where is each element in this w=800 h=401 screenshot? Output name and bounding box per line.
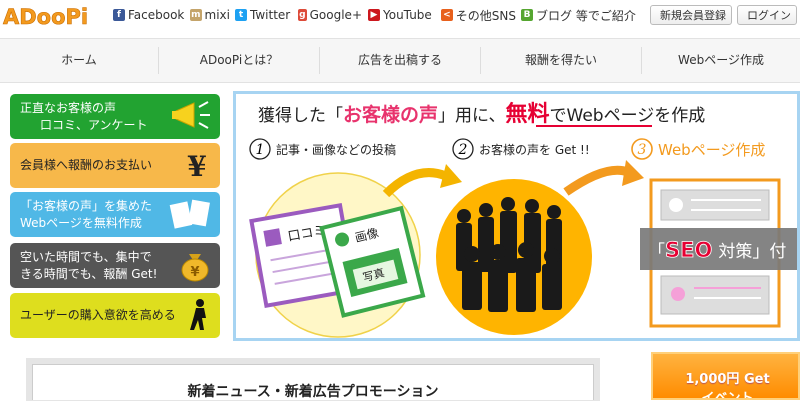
sns-label: ブログ 等でご紹介 (536, 8, 636, 23)
svg-text:1: 1 (256, 142, 265, 158)
twitter-icon: t (235, 9, 247, 21)
mixi-icon: m (190, 9, 202, 21)
sidebar-item-3[interactable]: 「お客様の声」を集めた Webページを無料作成 (10, 192, 220, 237)
news-title: 新着ニュース・新着広告プロモーション (187, 384, 439, 400)
seo-badge: 「SEO 対策」付 (640, 228, 797, 270)
register-label: 新規会員登録 (660, 9, 726, 22)
review-user-icon (263, 228, 282, 247)
nav-home[interactable]: ホーム (0, 39, 158, 82)
step-1: 1 記事・画像などの投稿 (249, 138, 396, 160)
sidebar-item-2[interactable]: 会員様へ報酬のお支払い ¥ (10, 143, 220, 188)
step-2: 2 お客様の声を Get !! (452, 138, 590, 160)
money-bag-icon: ¥ (178, 248, 212, 287)
register-button[interactable]: 新規会員登録 (650, 5, 732, 25)
yen-icon: ¥ (182, 148, 212, 187)
step-3: 3 Webページ作成 (631, 138, 765, 160)
megaphone-icon (172, 99, 212, 138)
svg-text:¥: ¥ (187, 150, 206, 182)
headline-customer-voice: お客様の声 (343, 103, 438, 126)
climber-icon (186, 298, 212, 337)
arrow-to-step-3 (563, 165, 630, 196)
nav-advertise[interactable]: 広告を出稿する (320, 39, 480, 82)
sns-link-youtube[interactable]: ▶ YouTube (368, 7, 436, 23)
sns-label: YouTube (383, 8, 432, 22)
nav-about[interactable]: ADooPiとは？ (159, 39, 319, 82)
login-button[interactable]: ログイン (737, 5, 797, 25)
login-label: ログイン (747, 9, 791, 22)
news-section: 新着ニュース・新着広告プロモーション (32, 364, 594, 400)
promo-banner[interactable]: 1,000円 Get イベント (651, 352, 800, 400)
promo-line-2: イベント (701, 391, 754, 400)
sidebar-item-4[interactable]: 空いた時間でも、集中で きる時間でも、報酬 Get! ¥ (10, 243, 220, 288)
sns-link-google-plus[interactable]: g Google+ (298, 7, 362, 23)
svg-text:Webページ作成: Webページ作成 (658, 141, 765, 159)
hero-banner[interactable]: 獲得した「お客様の声」用に、無料でWebページを作成 1 記事・画像などの投稿 … (233, 91, 800, 341)
svg-text:記事・画像などの投稿: 記事・画像などの投稿 (276, 142, 396, 157)
share-icon: < (441, 9, 453, 21)
sidebar-item-5[interactable]: ユーザーの購入意欲を高める (10, 293, 220, 338)
documents-icon (168, 197, 212, 236)
sns-link-mixi[interactable]: m mixi (190, 7, 230, 23)
header: ADooPi f Facebook m mixi t Twitter g Google+ ▶ Yo… (0, 0, 800, 32)
sidebar-item-label: ユーザーの購入意欲を高める (20, 308, 176, 322)
youtube-icon: ▶ (368, 9, 380, 21)
sidebar-item-1[interactable]: 正直なお客様の声 口コミ、アンケート (10, 94, 220, 139)
svg-text:お客様の声を Get !!: お客様の声を Get !! (479, 142, 590, 157)
blog-icon: B (521, 9, 533, 21)
svg-text:2: 2 (458, 142, 468, 158)
banner-graphic: 獲得した「お客様の声」用に、無料でWebページを作成 1 記事・画像などの投稿 … (249, 101, 797, 338)
sns-link-share[interactable]: < その他SNS (441, 7, 516, 23)
sns-link-twitter[interactable]: t Twitter (235, 7, 292, 23)
arrow-to-step-2 (382, 168, 448, 198)
sns-label: Google+ (309, 8, 362, 22)
promo-line-1: 1,000円 Get (685, 372, 770, 387)
google-plus-icon: g (298, 9, 307, 21)
seo-word: SEO (665, 238, 712, 262)
logo-text: ADooPi (3, 5, 88, 29)
sns-link-blog[interactable]: B ブログ 等でご紹介 (521, 7, 639, 23)
nav-web-page-creation[interactable]: Webページ作成 (642, 39, 800, 82)
sns-label: その他SNS (455, 8, 516, 23)
adoopi-logo[interactable]: ADooPi (2, 3, 90, 30)
headline-free: 無料 (506, 101, 550, 127)
headline-web-page: Webページ (567, 106, 655, 126)
sns-label: mixi (204, 8, 230, 22)
nav-earn-rewards[interactable]: 報酬を得たい (481, 39, 641, 82)
svg-text:獲得した「お客様の声」用に、無料でWebページを作成: 獲得した「お客様の声」用に、無料でWebページを作成 (258, 101, 705, 127)
svg-text:¥: ¥ (190, 265, 199, 280)
main-nav: ホーム ADooPiとは？ 広告を出稿する 報酬を得たい Webページ作成 (0, 38, 800, 83)
sns-link-facebook[interactable]: f Facebook (113, 7, 185, 23)
sns-label: Facebook (128, 8, 185, 22)
sns-label: Twitter (250, 8, 291, 22)
facebook-icon: f (113, 9, 125, 21)
svg-text:3: 3 (638, 142, 647, 158)
